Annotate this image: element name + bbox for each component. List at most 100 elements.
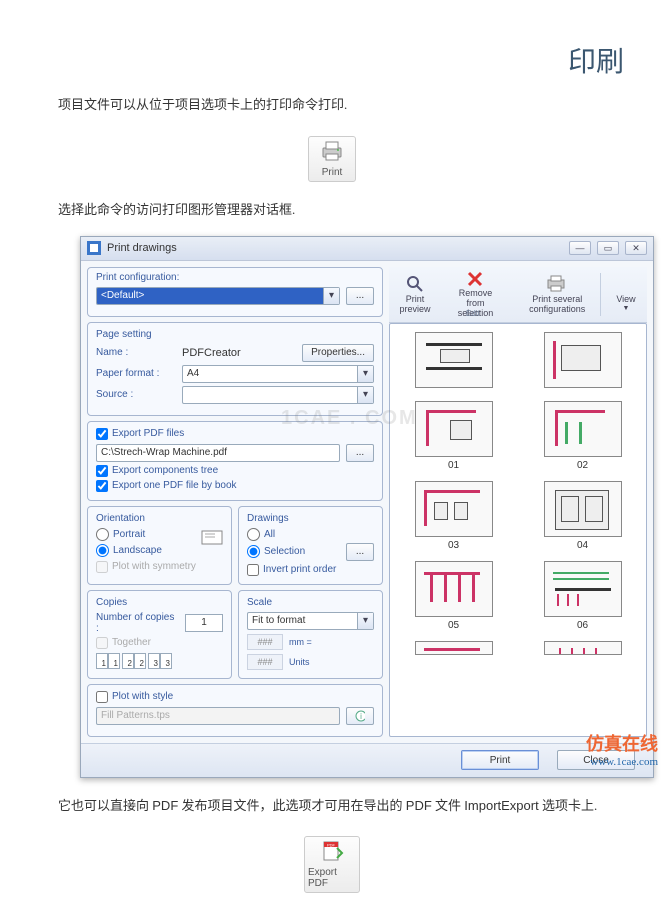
export-one-pdf-checkbox[interactable]: Export one PDF file by book [96, 480, 374, 492]
chevron-down-icon: ▾ [323, 288, 339, 304]
brand-title: 仿真在线 [586, 730, 658, 756]
svg-text:PDF: PDF [327, 843, 336, 848]
plot-symmetry-checkbox[interactable]: Plot with symmetry [96, 561, 223, 573]
thumb-label: 01 [448, 460, 459, 471]
landscape-radio[interactable]: Landscape [96, 544, 195, 557]
intro-p3: 它也可以直接向 PDF 发布项目文件，此选项才可用在导出的 PDF 文件 Imp… [0, 796, 664, 832]
printer-icon [319, 140, 345, 165]
scale-title: Scale [247, 597, 374, 608]
drawings-group: Drawings All Selection ... Invert print … [238, 506, 383, 585]
print-drawings-dialog: Print drawings — ▭ ✕ Print configuration… [80, 236, 654, 778]
intro-p2: 选择此命令的访问打印图形管理器对话框. [0, 200, 664, 236]
print-button[interactable]: Print [461, 750, 539, 770]
brand-url: www.1cae.com [586, 756, 658, 768]
print-config-group: Print configuration: <Default> ▾ ... [87, 267, 383, 317]
dialog-footer: Print Close [81, 743, 653, 777]
ribbon: Print preview Remove from selection Edit… [389, 267, 647, 323]
export-pdf-files-checkbox[interactable]: Export PDF files [96, 428, 374, 440]
paper-format-value: A4 [187, 368, 199, 379]
thumb-label: 06 [577, 620, 588, 631]
together-checkbox[interactable]: Together [96, 637, 223, 649]
pdf-path-browse-button[interactable]: ... [346, 444, 374, 462]
drawings-selection-radio[interactable]: Selection [247, 545, 340, 558]
pdf-path-input[interactable] [96, 444, 340, 462]
thumb-06[interactable] [544, 561, 622, 617]
thumb-02[interactable] [544, 401, 622, 457]
drawings-browse-button[interactable]: ... [346, 543, 374, 561]
left-column: Print configuration: <Default> ▾ ... Pag… [87, 267, 383, 737]
scale-mode-value: Fit to format [252, 615, 305, 626]
orientation-preview-icon [201, 528, 223, 549]
chevron-down-icon: ▾ [357, 387, 373, 403]
source-combo[interactable]: ▾ [182, 386, 374, 404]
paper-format-combo[interactable]: A4 ▾ [182, 365, 374, 383]
chevron-down-icon: ▼ [623, 305, 630, 313]
name-label: Name : [96, 347, 176, 358]
print-config-label: Print configuration: [96, 272, 374, 283]
page-setting-title: Page setting [96, 329, 374, 340]
source-label: Source : [96, 389, 176, 400]
scale-mm-cell: ### [247, 634, 283, 650]
print-command-button[interactable]: Print [308, 136, 356, 182]
chevron-down-icon: ▾ [357, 613, 373, 629]
info-icon: i [355, 710, 365, 722]
thumb-00a[interactable] [415, 332, 493, 388]
dialog-titlebar: Print drawings — ▭ ✕ [81, 237, 653, 261]
delete-x-icon [465, 269, 485, 289]
view-dropdown[interactable]: View ▼ [609, 269, 643, 320]
paper-format-label: Paper format : [96, 368, 176, 379]
export-pdf-command-button[interactable]: PDF Export PDF [304, 836, 360, 893]
properties-button[interactable]: Properties... [302, 344, 374, 362]
intro-p1: 项目文件可以从位于项目选项卡上的打印命令打印. [0, 95, 664, 131]
magnifier-icon [405, 273, 425, 295]
thumb-08[interactable] [544, 641, 622, 655]
print-preview-button[interactable]: Print preview [393, 269, 437, 320]
chevron-down-icon: ▾ [357, 366, 373, 382]
plot-style-group: Plot with style i [87, 684, 383, 737]
thumb-01[interactable] [415, 401, 493, 457]
scale-mode-combo[interactable]: Fit to format ▾ [247, 612, 374, 630]
thumb-04[interactable] [544, 481, 622, 537]
scale-mm-label: mm = [289, 637, 325, 647]
plot-style-help-button[interactable]: i [346, 707, 374, 725]
print-config-value: <Default> [101, 290, 144, 301]
thumb-label: 02 [577, 460, 588, 471]
thumb-00b[interactable] [544, 332, 622, 388]
print-config-combo[interactable]: <Default> ▾ [96, 287, 340, 305]
portrait-radio[interactable]: Portrait [96, 528, 195, 541]
page-title: 印刷 [0, 0, 664, 95]
thumb-05[interactable] [415, 561, 493, 617]
thumb-07[interactable] [415, 641, 493, 655]
copies-title: Copies [96, 597, 223, 608]
close-window-button[interactable]: ✕ [625, 241, 647, 255]
copies-group: Copies Number of copies : 1 Together 11 … [87, 590, 232, 679]
pdf-icon: PDF [319, 840, 345, 865]
page-setting-group: Page setting Name : PDFCreator Propertie… [87, 322, 383, 416]
maximize-button[interactable]: ▭ [597, 241, 619, 255]
thumb-label: 05 [448, 620, 459, 631]
orientation-group: Orientation Portrait Landscape Plot with… [87, 506, 232, 585]
collate-preview: 11 22 33 [96, 653, 223, 669]
print-label: Print [322, 167, 343, 178]
scale-units-cell: ### [247, 654, 283, 670]
printer-multi-icon [546, 273, 568, 295]
thumb-03[interactable] [415, 481, 493, 537]
invert-order-checkbox[interactable]: Invert print order [247, 564, 374, 576]
drawings-all-radio[interactable]: All [247, 528, 374, 541]
export-pdf-label: Export PDF [308, 867, 356, 889]
print-config-browse-button[interactable]: ... [346, 287, 374, 305]
drawing-thumbnails: 01 02 03 04 05 06 [389, 323, 647, 737]
thumb-label: 03 [448, 540, 459, 551]
dialog-title: Print drawings [107, 242, 177, 254]
export-components-checkbox[interactable]: Export components tree [96, 465, 374, 477]
plot-style-input [96, 707, 340, 725]
num-copies-spinner[interactable]: 1 [185, 614, 223, 632]
drawings-title: Drawings [247, 513, 374, 524]
print-several-button[interactable]: Print several configurations [522, 269, 592, 320]
plot-style-checkbox[interactable]: Plot with style [96, 691, 374, 703]
export-pdf-group: Export PDF files ... Export components t… [87, 421, 383, 501]
printer-name-value: PDFCreator [182, 347, 296, 359]
right-column: Print preview Remove from selection Edit… [389, 267, 647, 737]
app-icon [87, 241, 101, 255]
minimize-button[interactable]: — [569, 241, 591, 255]
